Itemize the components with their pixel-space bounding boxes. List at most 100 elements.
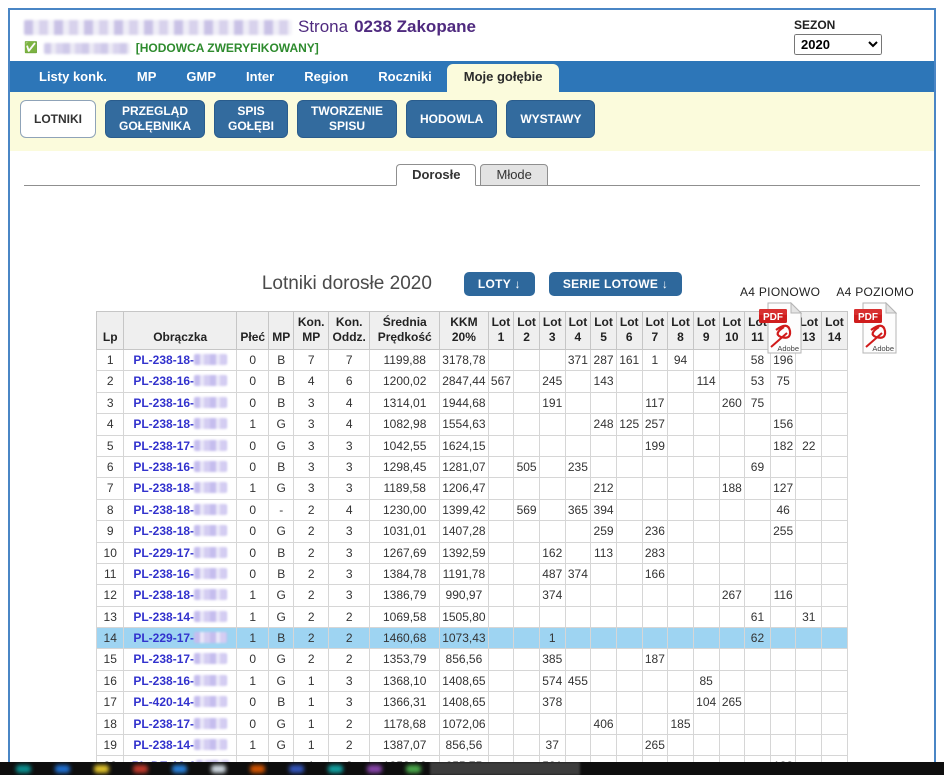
ring-link[interactable]: PL-229-17- (133, 546, 194, 560)
taskbar[interactable] (0, 762, 944, 775)
ring-link[interactable]: PL-238-16- (133, 460, 194, 474)
cell-lot-11 (745, 414, 771, 435)
cell-plec: 0 (237, 521, 269, 542)
cell-kkm: 856,56 (440, 649, 488, 670)
cell-lot-8 (668, 542, 694, 563)
redacted-ring-suffix (194, 675, 227, 686)
cell-lot-3 (539, 414, 565, 435)
nav-item-mp[interactable]: MP (122, 62, 172, 92)
cell-lot-14 (822, 735, 848, 756)
toolbar-button-wystawy[interactable]: WYSTAWY (506, 100, 595, 138)
taskbar-app-icon[interactable] (211, 765, 226, 773)
ring-link[interactable]: PL-238-17- (133, 439, 194, 453)
cell-kkm: 1505,80 (440, 606, 488, 627)
taskbar-app-icon[interactable] (94, 765, 109, 773)
ring-link[interactable]: PL-238-17- (133, 652, 194, 666)
nav-item-moje-golebie[interactable]: Moje gołębie (447, 64, 560, 92)
nav-item-inter[interactable]: Inter (231, 62, 289, 92)
nav-item-listy-konk[interactable]: Listy konk. (24, 62, 122, 92)
cell-lot-12 (770, 563, 796, 584)
cell-srednia: 1267,69 (370, 542, 440, 563)
cell-mp: B (269, 692, 294, 713)
breeder-status-icon: ✅ (24, 43, 38, 54)
table-row: 11PL-238-16-0B231384,781191,78487374166 (97, 563, 848, 584)
ring-link[interactable]: PL-238-16- (133, 396, 194, 410)
cell-srednia: 1368,10 (370, 670, 440, 691)
col-header-obraczka: Obrączka (124, 312, 237, 350)
taskbar-app-icon[interactable] (55, 765, 70, 773)
ring-link[interactable]: PL-238-17- (133, 717, 194, 731)
cell-lot-3: 191 (539, 392, 565, 413)
toolbar-button-lotniki[interactable]: LOTNIKI (20, 100, 96, 138)
serie-lotowe-button[interactable]: SERIE LOTOWE ↓ (549, 272, 682, 296)
pdf-export-a4-poziomo[interactable]: A4 POZIOMOPDFAdobe (836, 285, 914, 359)
cell-kon-oddz: 2 (329, 713, 370, 734)
cell-mp: B (269, 350, 294, 371)
cell-srednia: 1314,01 (370, 392, 440, 413)
cell-lot-6 (616, 649, 642, 670)
cell-ring: PL-238-18- (124, 478, 237, 499)
nav-item-roczniki[interactable]: Roczniki (363, 62, 446, 92)
ring-link[interactable]: PL-420-14- (133, 695, 194, 709)
nav-item-gmp[interactable]: GMP (171, 62, 231, 92)
taskbar-app-icon[interactable] (133, 765, 148, 773)
ring-link[interactable]: PL-238-18- (133, 588, 194, 602)
cell-srednia: 1199,88 (370, 350, 440, 371)
season-select[interactable]: 2020 (794, 34, 882, 55)
svg-text:PDF: PDF (763, 312, 783, 323)
taskbar-app-icon[interactable] (406, 765, 421, 773)
pdf-export-a4-pionowo[interactable]: A4 PIONOWOPDFAdobe (740, 285, 820, 359)
ring-link[interactable]: PL-229-17- (133, 631, 194, 645)
cell-lot-8 (668, 435, 694, 456)
cell-kon-oddz: 7 (329, 350, 370, 371)
ring-link[interactable]: PL-238-18- (133, 503, 194, 517)
cell-lot-11 (745, 521, 771, 542)
cell-srednia: 1200,02 (370, 371, 440, 392)
cell-srednia: 1069,58 (370, 606, 440, 627)
ring-link[interactable]: PL-238-16- (133, 374, 194, 388)
taskbar-app-icon[interactable] (172, 765, 187, 773)
taskbar-app-icon[interactable] (328, 765, 343, 773)
taskbar-app-icon[interactable] (367, 765, 382, 773)
ring-link[interactable]: PL-238-18- (133, 524, 194, 538)
toolbar-button-przeglad-golebnika[interactable]: PRZEGLĄD GOŁĘBNIKA (105, 100, 205, 138)
toolbar-button-spis-golebi[interactable]: SPIS GOŁĘBI (214, 100, 288, 138)
taskbar-app-icon[interactable] (16, 765, 31, 773)
cell-lot-3 (539, 435, 565, 456)
ring-link[interactable]: PL-238-18- (133, 481, 194, 495)
cell-srednia: 1042,55 (370, 435, 440, 456)
ring-link[interactable]: PL-238-16- (133, 674, 194, 688)
cell-lot-8 (668, 670, 694, 691)
ring-link[interactable]: PL-238-18- (133, 353, 194, 367)
col-header-lot-2: Lot 2 (514, 312, 540, 350)
cell-lot-2 (514, 392, 540, 413)
taskbar-app-icon[interactable] (289, 765, 304, 773)
cell-lot-10 (719, 649, 745, 670)
cell-kon-oddz: 3 (329, 670, 370, 691)
cell-mp: G (269, 585, 294, 606)
cell-lp: 3 (97, 392, 124, 413)
ring-link[interactable]: PL-238-16- (133, 567, 194, 581)
cell-lot-2 (514, 670, 540, 691)
cell-kkm: 2847,44 (440, 371, 488, 392)
ring-link[interactable]: PL-238-18- (133, 417, 194, 431)
taskbar-active-window[interactable] (430, 762, 580, 775)
taskbar-app-icon[interactable] (250, 765, 265, 773)
toolbar-button-tworzenie-spisu[interactable]: TWORZENIE SPISU (297, 100, 397, 138)
tab-dorosle[interactable]: Dorosłe (396, 164, 476, 186)
cell-kkm: 1624,15 (440, 435, 488, 456)
cell-plec: 1 (237, 478, 269, 499)
toolbar-button-hodowla[interactable]: HODOWLA (406, 100, 497, 138)
cell-lot-3 (539, 478, 565, 499)
cell-kon-mp: 2 (294, 649, 329, 670)
ring-link[interactable]: PL-238-14- (133, 738, 194, 752)
cell-lot-3: 385 (539, 649, 565, 670)
tab-mlode[interactable]: Młode (480, 164, 547, 186)
cell-lot-1 (488, 456, 514, 477)
cell-lot-9 (693, 628, 719, 649)
cell-lot-2: 569 (514, 499, 540, 520)
cell-lot-5: 143 (591, 371, 617, 392)
nav-item-region[interactable]: Region (289, 62, 363, 92)
loty-button[interactable]: LOTY ↓ (464, 272, 535, 296)
ring-link[interactable]: PL-238-14- (133, 610, 194, 624)
